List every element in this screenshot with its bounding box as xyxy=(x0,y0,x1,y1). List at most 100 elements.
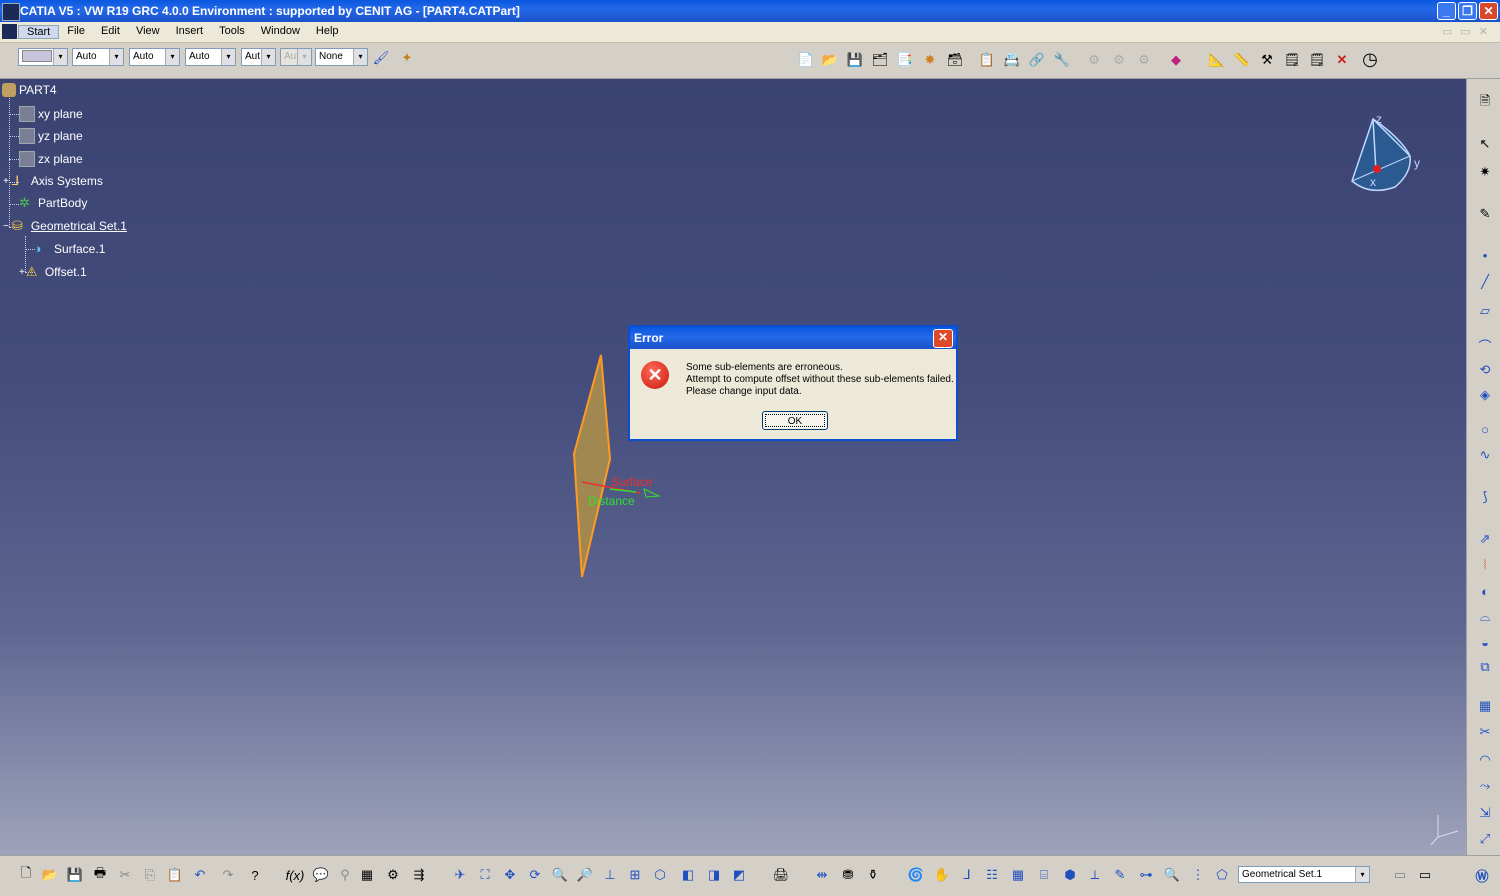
fit-all-icon[interactable]: ⛶ xyxy=(475,865,495,885)
revolve-icon[interactable]: ⦚ xyxy=(1475,555,1495,575)
expand-plus-icon[interactable]: + xyxy=(19,267,25,278)
axis-tool-icon[interactable]: ⅃ xyxy=(957,865,977,885)
properties-icon[interactable]: ✦ xyxy=(397,48,417,68)
split-icon[interactable]: ✂ xyxy=(1475,722,1495,742)
line-icon[interactable]: ╱ xyxy=(1475,272,1495,292)
pan-icon[interactable]: ✥ xyxy=(500,865,520,885)
comment-icon[interactable]: 💬 xyxy=(311,865,331,885)
hand-icon[interactable]: ✋ xyxy=(932,865,952,885)
loft-icon[interactable]: ⧉ xyxy=(1475,657,1495,677)
zoom-in-icon[interactable]: 🔍 xyxy=(550,865,570,885)
tree-root-part[interactable]: PART4 xyxy=(2,83,57,97)
law-icon[interactable]: ⤢ xyxy=(1475,829,1495,849)
zoom-out-icon[interactable]: 🔎 xyxy=(575,865,595,885)
swap-space-icon[interactable]: ◩ xyxy=(729,865,749,885)
measure-icon[interactable]: 📐 xyxy=(1207,50,1227,70)
tree-icon[interactable]: ⊶ xyxy=(1136,865,1156,885)
sweep-icon[interactable]: ⌓ xyxy=(1475,607,1495,627)
chevron-down-icon[interactable]: ▾ xyxy=(109,49,123,65)
pencil-icon[interactable]: ✎ xyxy=(1110,865,1130,885)
menu-insert[interactable]: Insert xyxy=(168,25,212,39)
plane-tool-icon[interactable]: ▱ xyxy=(1475,301,1495,321)
tree-item-geometrical-set[interactable]: − ⛁ Geometrical Set.1 xyxy=(3,218,127,234)
knowledge-book-icon[interactable]: ◆ xyxy=(1166,50,1186,70)
pdm-tool-icon[interactable]: 🔧 xyxy=(1052,50,1072,70)
point-icon[interactable]: • xyxy=(1475,245,1495,265)
geometrical-set-combo[interactable]: Geometrical Set.1 ▾ xyxy=(1238,866,1370,883)
undo-icon[interactable]: ↶ xyxy=(190,865,210,885)
tree-item-partbody[interactable]: ✲ PartBody xyxy=(19,195,87,211)
chevron-down-icon[interactable]: ▾ xyxy=(53,49,67,65)
ok-button[interactable]: OK xyxy=(762,411,828,430)
update-icon[interactable]: ✷ xyxy=(1475,162,1495,182)
3d-viewport[interactable]: PART4 xy plane yz plane zx plane + ⅃ Axi… xyxy=(0,79,1466,855)
new-file-icon[interactable]: 📄 xyxy=(796,50,816,70)
save-all-icon[interactable]: 🗂 xyxy=(870,50,890,70)
grid-list-icon[interactable]: ☷ xyxy=(982,865,1002,885)
layer-combo[interactable]: None ▾ xyxy=(315,48,368,66)
select-arrow-icon[interactable]: ↖ xyxy=(1475,134,1495,154)
copy-icon[interactable]: ⎘ xyxy=(140,865,160,885)
minimize-button[interactable]: _ xyxy=(1437,2,1456,20)
workbench-icon[interactable]: 🗎 xyxy=(1475,93,1495,113)
iso-view-icon[interactable]: ⬡ xyxy=(650,865,670,885)
menu-start[interactable]: Start xyxy=(18,25,60,39)
measure-between-icon[interactable]: 📏 xyxy=(1232,50,1252,70)
projection-icon[interactable]: ⌒ xyxy=(1475,335,1495,355)
knowledge-icon[interactable]: ⚙ xyxy=(383,865,403,885)
delete-icon[interactable]: ✕ xyxy=(1332,50,1352,70)
fill-icon[interactable]: ◒ xyxy=(1475,632,1495,652)
tree-item-axis-systems[interactable]: + ⅃ Axis Systems xyxy=(3,173,103,189)
new-icon[interactable]: 🗋 xyxy=(16,865,36,885)
redo-icon[interactable]: ↷ xyxy=(218,865,238,885)
menu-file[interactable]: File xyxy=(59,25,93,39)
sphere-icon[interactable]: ◐ xyxy=(1475,581,1495,601)
shading-icon[interactable]: ◧ xyxy=(678,865,698,885)
pdm-icon[interactable]: 📋 xyxy=(977,50,997,70)
helix-icon[interactable]: ⟆ xyxy=(1475,487,1495,507)
fly-mode-icon[interactable]: ✈ xyxy=(450,865,470,885)
hide-show-icon[interactable]: ◨ xyxy=(704,865,724,885)
fillet-icon[interactable]: ◠ xyxy=(1475,750,1495,770)
table-icon[interactable]: ▦ xyxy=(357,865,377,885)
menu-tools[interactable]: Tools xyxy=(211,25,253,39)
grid-icon[interactable]: ▦ xyxy=(1008,865,1028,885)
chevron-down-icon[interactable]: ▾ xyxy=(1355,867,1369,882)
color-combo[interactable]: ▾ xyxy=(18,48,68,66)
intersection-icon[interactable]: ⟲ xyxy=(1475,360,1495,380)
sketch-icon[interactable]: ✎ xyxy=(1475,204,1495,224)
collapse-minus-icon[interactable]: − xyxy=(3,221,9,232)
menu-edit[interactable]: Edit xyxy=(93,25,128,39)
cube-icon[interactable]: ⬢ xyxy=(1060,865,1080,885)
rotate-icon[interactable]: ⟳ xyxy=(525,865,545,885)
analysis-icon[interactable]: 🗒 xyxy=(1282,50,1302,70)
close-window-button[interactable]: ✕ xyxy=(1479,2,1498,20)
tree-item-zx-plane[interactable]: zx plane xyxy=(19,151,83,167)
circle-icon[interactable]: ○ xyxy=(1475,419,1495,439)
clock-icon[interactable]: ◷ xyxy=(1360,49,1380,69)
cut-icon[interactable]: ✂ xyxy=(115,865,135,885)
inertia-icon[interactable]: ⚒ xyxy=(1257,50,1277,70)
restore-button[interactable]: ❐ xyxy=(1458,2,1477,20)
tree-item-xy-plane[interactable]: xy plane xyxy=(19,106,83,122)
dialog-close-button[interactable]: ✕ xyxy=(933,329,953,348)
document-icon[interactable] xyxy=(2,24,17,39)
transparency-combo[interactable]: Auto ▾ xyxy=(72,48,124,66)
distance-analysis-icon[interactable]: ⇹ xyxy=(812,865,832,885)
menu-window[interactable]: Window xyxy=(253,25,308,39)
paste-icon[interactable]: 📋 xyxy=(165,865,185,885)
print-icon[interactable]: 🖶 xyxy=(90,865,110,885)
pdm-save-icon[interactable]: 📇 xyxy=(1002,50,1022,70)
magnifier-icon[interactable]: 🔍 xyxy=(1162,865,1182,885)
chevron-down-icon[interactable]: ▾ xyxy=(353,49,367,65)
chevron-down-icon[interactable]: ▾ xyxy=(221,49,235,65)
tree-item-yz-plane[interactable]: yz plane xyxy=(19,128,83,144)
tree-item-surface[interactable]: ◗ Surface.1 xyxy=(35,241,105,257)
extrapolate-icon[interactable]: ⇲ xyxy=(1475,803,1495,823)
join-icon[interactable]: ▦ xyxy=(1475,696,1495,716)
draft-analysis-icon[interactable]: ⛃ xyxy=(838,865,858,885)
swirl-icon[interactable]: 🌀 xyxy=(906,865,926,885)
catalog-icon[interactable]: 📑 xyxy=(895,50,915,70)
list-icon[interactable]: ⋮ xyxy=(1188,865,1208,885)
catia-app-icon[interactable] xyxy=(2,3,20,21)
